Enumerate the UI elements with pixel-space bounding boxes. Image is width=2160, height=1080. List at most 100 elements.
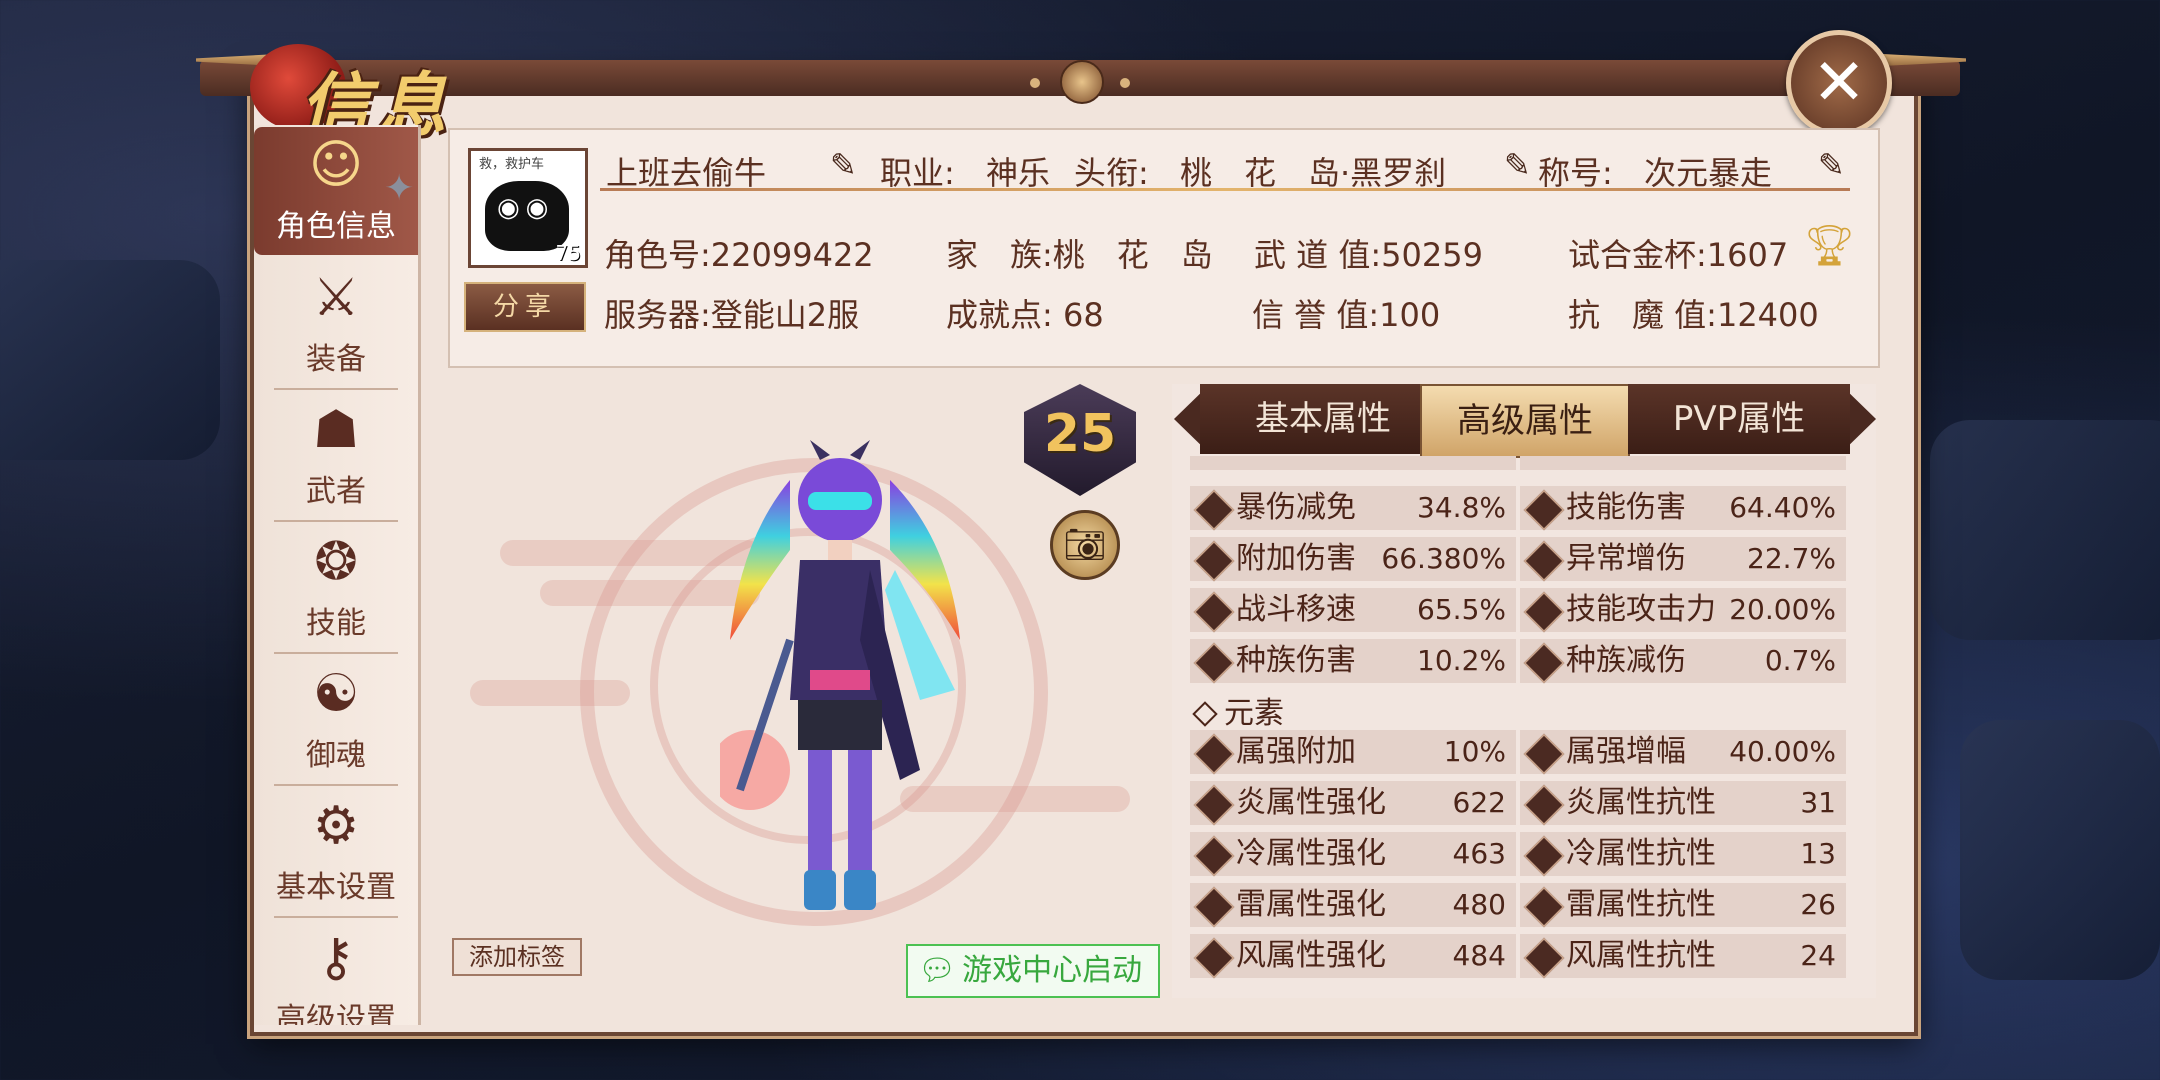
attribute-value: 40.00% [1729, 735, 1836, 768]
attribute-cell: 技能攻击力 20.00% [1520, 588, 1846, 633]
attribute-icon [1193, 784, 1235, 826]
add-tag-button[interactable]: 添加标签 [452, 938, 582, 976]
attribute-name: 技能伤害 [1566, 490, 1686, 525]
achievement: 成就点: 68 [946, 296, 1104, 334]
sidebar-item-soul[interactable]: ☯ 御魂 [254, 656, 418, 786]
element-section-header: 元素 [1192, 688, 1284, 732]
attribute-row: 炎属性强化 622 炎属性抗性 31 [1190, 781, 1846, 826]
attribute-icon [1193, 937, 1235, 979]
top-bar-dot [1120, 78, 1130, 88]
rank-badge-number: 25 [1043, 404, 1117, 464]
attribute-cell: 战斗移速 65.5% [1190, 588, 1516, 633]
attribute-value: 13 [1800, 837, 1836, 870]
attribute-row: 种族伤害 10.2% 种族减伤 0.7% [1190, 639, 1846, 684]
attribute-value: 64.40% [1729, 491, 1836, 524]
attribute-name: 风属性抗性 [1566, 938, 1716, 973]
attribute-name: 战斗移速 [1236, 592, 1356, 627]
tab-advanced-attributes[interactable]: 高级属性 [1420, 384, 1630, 458]
sidebar-item-basic-settings[interactable]: ⚙ 基本设置 [254, 788, 418, 918]
attribute-value: 0.7% [1764, 644, 1836, 677]
attribute-row: 冷属性强化 463 冷属性抗性 13 [1190, 832, 1846, 877]
trophy-icon: 🏆︎ [1804, 223, 1855, 269]
background-rock [0, 260, 220, 460]
attribute-row: 暴伤减免 34.8% 技能伤害 64.40% [1190, 486, 1846, 531]
attribute-row: 风属性强化 484 风属性抗性 24 [1190, 934, 1846, 979]
attribute-cell: 附加伤害 66.380% [1190, 537, 1516, 582]
attribute-value: 24 [1800, 939, 1836, 972]
server: 服务器:登能山2服 [604, 296, 860, 334]
attribute-icon [1523, 784, 1565, 826]
attribute-icon [1523, 835, 1565, 877]
camera-button[interactable]: 📷︎ [1050, 510, 1120, 580]
partial-attribute-row [1190, 456, 1846, 470]
close-button[interactable]: ✕ [1786, 30, 1892, 136]
divider [274, 916, 398, 918]
attribute-value: 66.380% [1381, 542, 1506, 575]
attribute-cell: 风属性强化 484 [1190, 934, 1516, 979]
attribute-icon [1193, 886, 1235, 928]
attribute-value: 20.00% [1729, 593, 1836, 626]
edit-name-icon[interactable]: ✎ [830, 146, 857, 184]
attribute-cell: 种族伤害 10.2% [1190, 639, 1516, 684]
attribute-cell: 雷属性抗性 26 [1520, 883, 1846, 928]
element-header-label: 元素 [1224, 696, 1284, 731]
attribute-name: 属强增幅 [1566, 734, 1686, 769]
attribute-cell: 冷属性抗性 13 [1520, 832, 1846, 877]
attribute-cell: 雷属性强化 480 [1190, 883, 1516, 928]
sidebar-item-skill[interactable]: ❂ 技能 [254, 524, 418, 654]
attribute-cell: 炎属性抗性 31 [1520, 781, 1846, 826]
edit-rank-title-icon[interactable]: ✎ [1504, 146, 1531, 184]
attribute-name: 异常增伤 [1566, 541, 1686, 576]
attribute-row: 属强附加 10% 属强增幅 40.00% [1190, 730, 1846, 775]
tab-basic-attributes[interactable]: 基本属性 [1200, 384, 1446, 454]
attribute-icon [1523, 591, 1565, 633]
attribute-cell: 技能伤害 64.40% [1520, 486, 1846, 531]
attribute-name: 风属性强化 [1236, 938, 1386, 973]
wechat-icon: 💬︎ [918, 953, 957, 988]
attribute-icon [1523, 642, 1565, 684]
sidebar-item-advanced-settings[interactable]: ⚷ 高级设置 [254, 920, 418, 1025]
sidebar-item-label: 基本设置 [276, 870, 396, 905]
attribute-name: 雷属性抗性 [1566, 887, 1716, 922]
edit-nickname-icon[interactable]: ✎ [1818, 146, 1845, 184]
divider [274, 388, 398, 390]
attribute-icon [1523, 937, 1565, 979]
attribute-value: 31 [1800, 786, 1836, 819]
gear-icon: ⚙ [312, 796, 360, 856]
name-underline [600, 188, 1850, 191]
attribute-icon [1193, 540, 1235, 582]
attribute-cell: 暴伤减免 34.8% [1190, 486, 1516, 531]
attribute-row: 附加伤害 66.380% 异常增伤 22.7% [1190, 537, 1846, 582]
attribute-name: 属强附加 [1236, 734, 1356, 769]
background-cloud [470, 680, 630, 706]
warrior-icon: ☗ [312, 400, 360, 460]
sidebar-item-label: 御魂 [306, 738, 366, 773]
attribute-value: 622 [1452, 786, 1506, 819]
tab-pvp-attributes[interactable]: PVP属性 [1628, 384, 1850, 454]
attribute-cell: 冷属性强化 463 [1190, 832, 1516, 877]
wechat-game-center-button[interactable]: 💬︎ 游戏中心启动 [906, 944, 1160, 998]
attribute-icon [1523, 540, 1565, 582]
close-icon: ✕ [1812, 46, 1866, 120]
soul-icon: ☯ [312, 664, 360, 724]
attribute-cell: 异常增伤 22.7% [1520, 537, 1846, 582]
share-button[interactable]: 分享 [464, 282, 586, 332]
window-title: 信息 [230, 30, 510, 147]
skill-icon: ❂ [314, 532, 358, 592]
attribute-icon [1193, 835, 1235, 877]
attribute-icon [1193, 591, 1235, 633]
attribute-cell: 属强增幅 40.00% [1520, 730, 1846, 775]
attribute-value: 463 [1452, 837, 1506, 870]
demon-resist: 抗 魔 值:12400 [1568, 296, 1819, 334]
sidebar-item-warrior[interactable]: ☗ 武者 [254, 392, 418, 522]
reputation: 信 誉 值:100 [1252, 296, 1441, 334]
camera-icon: 📷︎ [1063, 525, 1107, 565]
avatar[interactable]: 救，救护车 ◉◉ 75 [468, 148, 588, 268]
sidebar-item-equipment[interactable]: ⚔ 装备 [254, 260, 418, 390]
avatar-eyes: ◉◉ [497, 193, 555, 223]
player-level: 75 [555, 241, 581, 265]
attribute-tabs: 基本属性 高级属性 PVP属性 [1174, 384, 1874, 458]
shuriken-icon: ✦ [384, 168, 415, 209]
character-model[interactable] [720, 440, 960, 940]
attribute-name: 炎属性抗性 [1566, 785, 1716, 820]
